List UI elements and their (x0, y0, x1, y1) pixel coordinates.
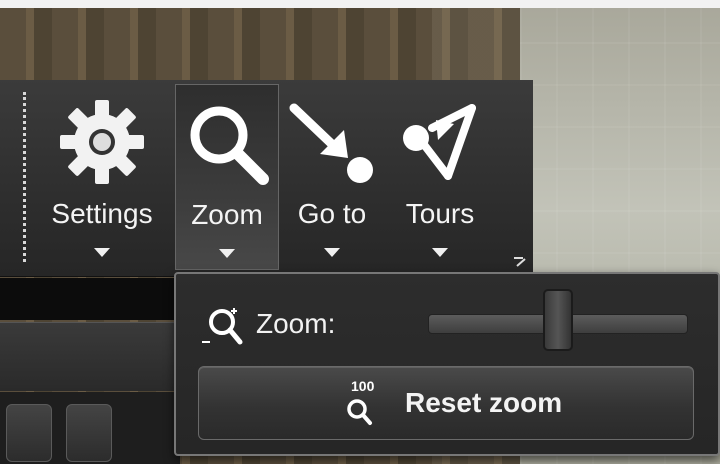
reset-zoom-button[interactable]: 100 Reset zoom (198, 366, 694, 440)
chevron-down-icon[interactable] (324, 248, 340, 257)
zoom-slider-label: Zoom: (256, 308, 336, 339)
goto-button[interactable]: Go to (286, 80, 378, 270)
goto-label: Go to (297, 198, 367, 229)
chevron-down-icon[interactable] (94, 248, 110, 257)
settings-label: Settings (51, 198, 153, 229)
tours-icon (403, 104, 476, 180)
zoom-100-badge: 100 (351, 378, 375, 394)
zoom-slider[interactable] (428, 289, 688, 351)
small-button[interactable] (66, 404, 112, 462)
zoom-button[interactable]: Zoom (175, 84, 279, 270)
tours-label: Tours (405, 198, 475, 229)
reset-zoom-label: Reset zoom (405, 387, 563, 418)
magnifier-icon (190, 106, 269, 185)
zoom-slider-thumb[interactable] (543, 289, 573, 351)
reset-zoom-icon: 100 (347, 378, 375, 425)
small-button[interactable] (6, 404, 52, 462)
zoom-label: Zoom (191, 199, 263, 230)
goto-arrow-icon (289, 103, 373, 183)
dialog-launcher-icon[interactable] (513, 256, 527, 268)
ribbon-grip-separator (23, 92, 26, 262)
settings-button[interactable]: Settings (38, 80, 166, 270)
chevron-down-icon[interactable] (219, 249, 235, 258)
tours-button[interactable]: Tours (390, 80, 490, 270)
gear-icon (60, 100, 144, 184)
lower-toolbar (0, 322, 180, 391)
panel-divider-strip (0, 278, 180, 320)
zoom-in-out-icon (202, 308, 243, 345)
top-edge-strip (0, 0, 720, 8)
zoom-dropdown-panel: Zoom: 100 Reset zoom (174, 272, 720, 456)
chevron-down-icon[interactable] (432, 248, 448, 257)
